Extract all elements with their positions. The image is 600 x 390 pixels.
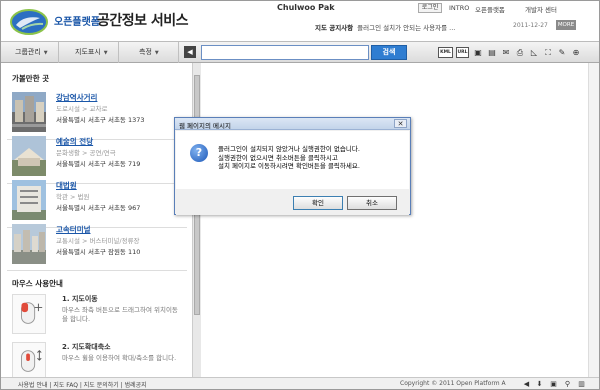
menu-label: 지도표시 bbox=[75, 48, 101, 56]
place-name[interactable]: 고속터미널 bbox=[56, 224, 91, 235]
menu-label: 그룹관리 bbox=[15, 48, 41, 56]
guide-description: 마우스 좌측 버튼으로 드래그하여 위치이동을 합니다. bbox=[62, 306, 178, 323]
divider bbox=[7, 270, 187, 271]
chevron-down-icon: ▼ bbox=[154, 50, 159, 56]
dialog-message-line: 설치 페이지로 이동하시려면 확인버튼을 클릭하세요. bbox=[218, 162, 360, 170]
menu-map-display[interactable]: 지도표시 ▼ bbox=[59, 42, 119, 63]
place-category: 학관 > 법원 bbox=[56, 193, 90, 201]
place-address: 서울특별시 서초구 잠원동 110 bbox=[56, 248, 141, 256]
place-address: 서울특별시 서초구 서초동 967 bbox=[56, 204, 141, 212]
dialog-message-line: 플러그인이 설치되지 않았거나 실행권한이 없습니다. bbox=[218, 145, 360, 153]
trash-icon[interactable]: ▥ bbox=[577, 379, 586, 389]
place-item[interactable]: 강남역사거리 도로시설 > 교차로 서울특별시 서초구 서초동 1373 bbox=[12, 92, 187, 134]
place-item[interactable]: 대법원 학관 > 법원 서울특별시 서초구 서초동 967 bbox=[12, 180, 187, 222]
logo-title[interactable]: 공간정보 서비스 bbox=[97, 10, 189, 30]
place-item[interactable]: 예술의 전당 문화생활 > 공연/연극 서울특별시 서초구 서초동 719 bbox=[12, 136, 187, 178]
search-button[interactable]: 검색 bbox=[371, 45, 407, 60]
place-photo bbox=[12, 136, 46, 176]
download-icon[interactable]: ⬇ bbox=[535, 379, 544, 389]
guide-item: 1. 지도이동 마우스 좌측 버튼으로 드래그하여 위치이동을 합니다. bbox=[12, 294, 187, 338]
eraser-icon[interactable]: ✎ bbox=[557, 47, 567, 58]
place-photo bbox=[12, 224, 46, 264]
dialog-title: 웹 페이지의 메시지 bbox=[179, 122, 231, 130]
document-icon[interactable]: ▤ bbox=[487, 47, 497, 58]
notice-bar[interactable]: 지도 공지사항 플러그인 설치가 안되는 사용자를 ... bbox=[315, 22, 455, 32]
map-side-strip bbox=[588, 63, 599, 377]
place-photo bbox=[12, 180, 46, 220]
guide-title: 2. 지도확대축소 bbox=[62, 343, 111, 351]
place-name[interactable]: 대법원 bbox=[56, 180, 77, 191]
place-address: 서울특별시 서초구 서초동 1373 bbox=[56, 116, 145, 124]
zoom-icon[interactable]: ⚲ bbox=[563, 379, 572, 389]
favorites-title: 가볼만한 곳 bbox=[12, 74, 50, 83]
guide-title: 1. 지도이동 bbox=[62, 295, 98, 303]
developer-center-link[interactable]: 개발자 센터 bbox=[525, 4, 557, 14]
open-platform-link[interactable]: 오픈플랫폼 bbox=[475, 4, 505, 14]
search-input[interactable] bbox=[201, 45, 369, 60]
ok-button[interactable]: 확인 bbox=[293, 196, 343, 210]
login-button[interactable]: 로그인 bbox=[418, 3, 442, 13]
sidebar-scrollbar[interactable] bbox=[192, 63, 201, 377]
mouse-wheel-icon bbox=[12, 342, 46, 377]
logo-icon bbox=[10, 9, 48, 35]
cancel-button[interactable]: 취소 bbox=[347, 196, 397, 210]
gps-target-icon[interactable]: ⊕ bbox=[571, 47, 581, 58]
place-name[interactable]: 예술의 전당 bbox=[56, 136, 93, 147]
guide-description: 마우스 휠을 이용하여 확대/축소를 합니다. bbox=[62, 354, 177, 362]
place-name[interactable]: 강남역사거리 bbox=[56, 92, 97, 103]
dialog-footer: 확인 취소 bbox=[176, 189, 409, 215]
question-icon: ? bbox=[190, 144, 208, 162]
kml-button[interactable]: KML bbox=[438, 47, 453, 58]
footer-links[interactable]: 사용법 안내 | 지도 FAQ | 지도 문의하기 | 범례공지 bbox=[18, 380, 147, 389]
intro-link[interactable]: INTRO bbox=[449, 4, 469, 12]
message-dialog: 웹 페이지의 메시지 ✕ ? 플러그인이 설치되지 않았거나 실행권한이 없습니… bbox=[174, 117, 411, 215]
menu-measure[interactable]: 측정 ▼ bbox=[119, 42, 179, 63]
area-measure-icon[interactable]: ◺ bbox=[529, 47, 539, 58]
browser-window: 오픈플랫폼 공간정보 서비스 Chulwoo Pak 로그인 INTRO 오픈플… bbox=[0, 0, 600, 390]
place-item[interactable]: 고속터미널 교통시설 > 버스터미널/정류장 서울특별시 서초구 잠원동 110 bbox=[12, 224, 187, 266]
dialog-titlebar[interactable]: 웹 페이지의 메시지 ✕ bbox=[175, 118, 410, 130]
dialog-message: 플러그인이 설치되지 않았거나 실행권한이 없습니다. 실행권한이 없으시면 취… bbox=[218, 145, 408, 171]
chevron-down-icon: ▼ bbox=[103, 50, 108, 56]
toolbar: 그룹관리 ▼ 지도표시 ▼ 측정 ▼ ◀ 검색 KML URL ▣ ▤ ✉ ⎙ ◺ ⛶… bbox=[1, 41, 599, 63]
place-category: 교통시설 > 버스터미널/정류장 bbox=[56, 237, 140, 245]
place-address: 서울특별시 서초구 서초동 719 bbox=[56, 160, 141, 168]
footer-copyright: Copyright © 2011 Open Platform A bbox=[400, 380, 506, 387]
sidebar: 가볼만한 곳 강남역사거리 도로시설 > 교차로 서울특별시 서초구 서초동 1… bbox=[1, 63, 192, 377]
sidebar-collapse-button[interactable]: ◀ bbox=[184, 46, 196, 58]
place-category: 문화생활 > 공연/연극 bbox=[56, 149, 116, 157]
notice-more-button[interactable]: MORE bbox=[556, 20, 576, 30]
guide-item: 2. 지도확대축소 마우스 휠을 이용하여 확대/축소를 합니다. bbox=[12, 342, 187, 377]
notice-date: 2011-12-27 bbox=[513, 22, 548, 29]
place-category: 도로시설 > 교차로 bbox=[56, 105, 108, 113]
logo-brand[interactable]: 오픈플랫폼 bbox=[54, 13, 100, 28]
mouse-guide-title: 마우스 사용안내 bbox=[12, 279, 63, 288]
collapse-left-icon[interactable]: ◀ bbox=[522, 379, 531, 389]
menu-label: 측정 bbox=[139, 48, 152, 56]
url-button[interactable]: URL bbox=[456, 47, 469, 58]
dialog-message-line: 실행권한이 없으시면 취소버튼을 클릭하시고 bbox=[218, 153, 338, 162]
fullscreen-icon[interactable]: ⛶ bbox=[543, 47, 553, 58]
save-icon[interactable]: ▣ bbox=[473, 47, 483, 58]
print-icon[interactable]: ⎙ bbox=[515, 47, 525, 58]
header: 오픈플랫폼 공간정보 서비스 Chulwoo Pak 로그인 INTRO 오픈플… bbox=[1, 1, 599, 41]
map-canvas[interactable] bbox=[201, 63, 599, 377]
close-icon[interactable]: ✕ bbox=[394, 119, 407, 128]
save-icon[interactable]: ▣ bbox=[549, 379, 558, 389]
footer: 사용법 안내 | 지도 FAQ | 지도 문의하기 | 범례공지 Copyrig… bbox=[1, 377, 599, 389]
menu-group-management[interactable]: 그룹관리 ▼ bbox=[1, 42, 59, 63]
mail-icon[interactable]: ✉ bbox=[501, 47, 511, 58]
mouse-drag-icon bbox=[12, 294, 46, 334]
user-name: Chulwoo Pak bbox=[277, 3, 335, 12]
place-photo bbox=[12, 92, 46, 132]
notice-label: 지도 공지사항 bbox=[315, 24, 354, 32]
chevron-down-icon: ▼ bbox=[43, 50, 48, 56]
notice-text[interactable]: 플러그인 설치가 안되는 사용자를 ... bbox=[357, 24, 455, 32]
